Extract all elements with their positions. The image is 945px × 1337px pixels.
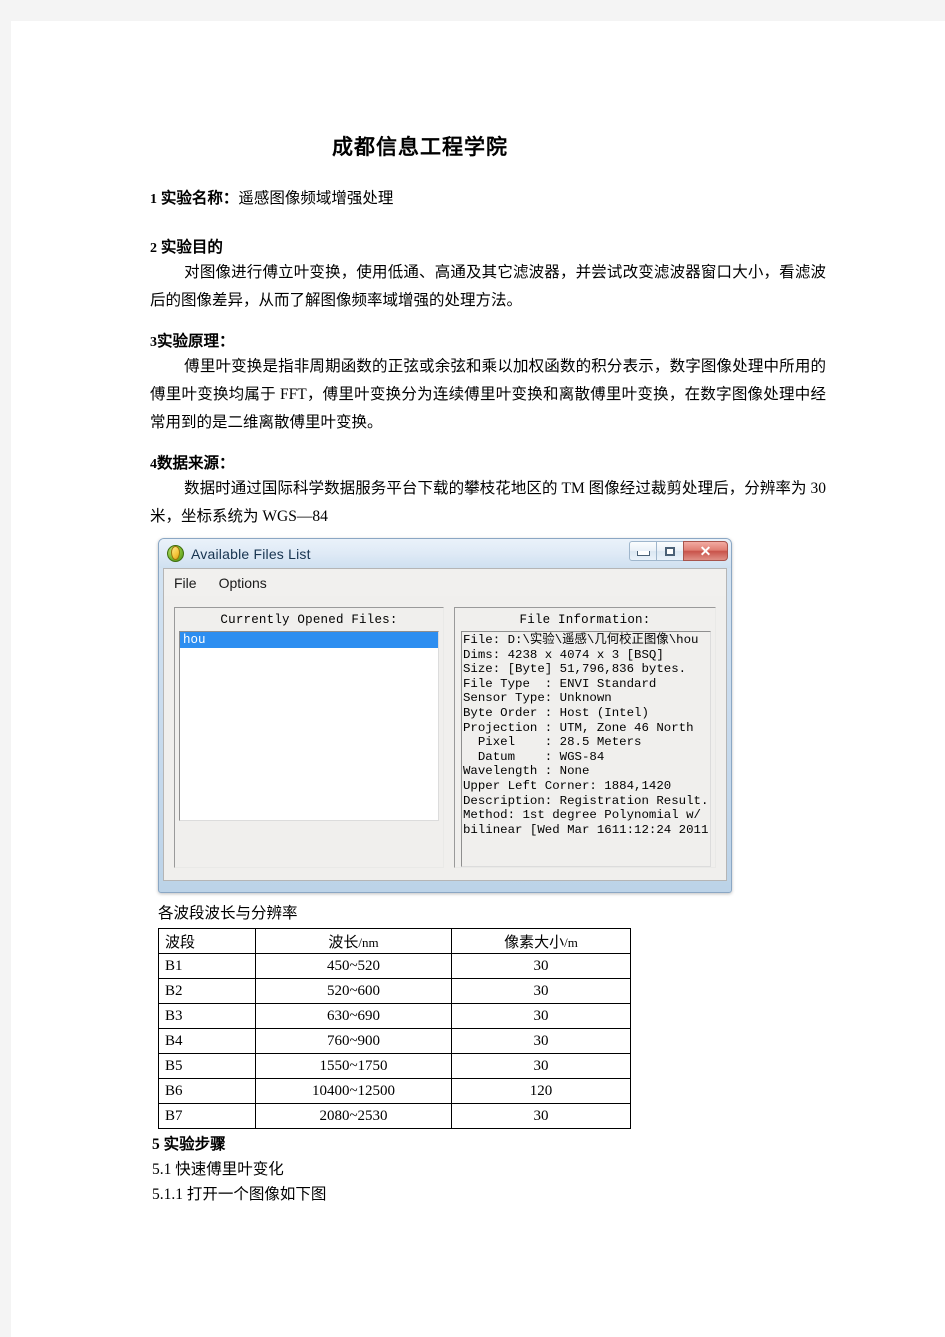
document-page: 成都信息工程学院 1 实验名称：遥感图像频域增强处理 2 实验目的 对图像进行傅…: [11, 21, 945, 1337]
step-heading: 5 实验步骤: [152, 1136, 226, 1153]
cell-pixel: 120: [451, 1078, 631, 1104]
cell-band: B3: [158, 1003, 256, 1029]
cell-band: B5: [158, 1053, 256, 1079]
cell-band: B1: [158, 953, 256, 979]
section-1-title: 实验名称：: [160, 190, 239, 207]
step-5-1-1: 5.1.1 打开一个图像如下图: [152, 1186, 327, 1203]
section-3-number: 3: [150, 335, 157, 350]
table-caption: 各波段波长与分辨率: [158, 905, 298, 922]
cell-pixel: 30: [451, 1053, 631, 1079]
cell-band: B7: [158, 1103, 256, 1129]
info-line: Projection : UTM, Zone 46 North: [463, 720, 694, 735]
table-row: B1 450~520 30: [158, 953, 631, 979]
envi-globe-icon: [167, 545, 184, 562]
section-1-value: 遥感图像频域增强处理: [238, 190, 394, 207]
info-line: Pixel : 28.5 Meters: [463, 735, 642, 750]
currently-opened-files-pane: Currently Opened Files: hou: [174, 607, 444, 868]
info-line: Datum : WGS-84: [463, 749, 605, 764]
section-3-heading: 3实验原理：: [150, 331, 850, 353]
table-row: B5 1550~1750 30: [158, 1053, 631, 1079]
cell-wavelength: 10400~12500: [255, 1078, 452, 1104]
section-4-heading: 4数据来源：: [150, 453, 850, 475]
cell-wavelength: 450~520: [255, 953, 452, 979]
page-title: 成都信息工程学院: [332, 135, 508, 159]
section-1-heading: 1 实验名称：遥感图像频域增强处理: [150, 188, 850, 210]
info-line: Size: [Byte] 51,796,836 bytes.: [463, 662, 687, 677]
table-row: B2 520~600 30: [158, 978, 631, 1004]
info-line: Upper Left Corner: 1884,1420: [463, 778, 672, 793]
cell-wavelength: 760~900: [255, 1028, 452, 1054]
section-3-body: 傅里叶变换是指非周期函数的正弦或余弦和乘以加权函数的积分表示，数字图像处理中所用…: [150, 353, 826, 437]
info-line: Dims: 4238 x 4074 x 3 [BSQ]: [463, 647, 664, 662]
section-4-title: 数据来源：: [157, 455, 235, 472]
cell-pixel: 30: [451, 978, 631, 1004]
info-line: bilinear [Wed Mar 1611:12:24 2011]: [463, 822, 711, 837]
section-3-title: 实验原理：: [157, 333, 235, 350]
section-2-body-text: 对图像进行傅立叶变换，使用低通、高通及其它滤波器，并尝试改变滤波器窗口大小，看滤…: [150, 264, 826, 309]
cell-band: B2: [158, 978, 256, 1004]
band-wavelength-table: 波段 波长/nm 像素大小/m B1 450~520 30 B2 520~600…: [158, 928, 631, 1129]
info-line: Wavelength : None: [463, 764, 590, 779]
cell-wavelength: 1550~1750: [255, 1053, 452, 1079]
opened-files-listbox[interactable]: hou: [179, 631, 439, 821]
window-menubar[interactable]: File Options: [163, 568, 727, 596]
table-row: B7 2080~2530 30: [158, 1103, 631, 1129]
window-body: Currently Opened Files: hou File Informa…: [163, 596, 727, 881]
cell-pixel: 30: [451, 1003, 631, 1029]
table-header-row: 波段 波长/nm 像素大小/m: [158, 928, 631, 954]
section-2-body: 对图像进行傅立叶变换，使用低通、高通及其它滤波器，并尝试改变滤波器窗口大小，看滤…: [150, 259, 826, 315]
cell-wavelength: 520~600: [255, 978, 452, 1004]
section-2-number: 2: [150, 241, 157, 256]
minimize-icon: [636, 551, 650, 556]
cell-wavelength: 2080~2530: [255, 1103, 452, 1129]
section-1-number: 1: [150, 192, 157, 207]
maximize-button[interactable]: [656, 541, 684, 561]
header-band: 波段: [158, 928, 256, 954]
cell-pixel: 30: [451, 1103, 631, 1129]
section-2-title: 实验目的: [160, 239, 223, 256]
section-4-body: 数据时通过国际科学数据服务平台下载的攀枝花地区的 TM 图像经过裁剪处理后，分辨…: [150, 475, 826, 531]
info-line: Sensor Type: Unknown: [463, 691, 612, 706]
file-information-pane: File Information: File: D:\实验\遥感\几何校正图像\…: [454, 607, 716, 868]
list-item-hou[interactable]: hou: [180, 632, 438, 648]
close-button[interactable]: ✕: [683, 541, 728, 561]
cell-band: B4: [158, 1028, 256, 1054]
menu-item-options[interactable]: Options: [219, 575, 267, 591]
step-5-1: 5.1 快速傅里叶变化: [152, 1161, 284, 1178]
file-information-textbox[interactable]: File: D:\实验\遥感\几何校正图像\hou Dims: 4238 x 4…: [461, 631, 711, 867]
window-controls[interactable]: ✕: [629, 541, 728, 561]
header-wavelength: 波长/nm: [255, 928, 452, 954]
info-line: File Type : ENVI Standard: [463, 676, 657, 691]
maximize-icon: [665, 546, 675, 556]
section-2-heading: 2 实验目的: [150, 237, 850, 259]
table-row: B3 630~690 30: [158, 1003, 631, 1029]
document-content: 成都信息工程学院 1 实验名称：遥感图像频域增强处理 2 实验目的 对图像进行傅…: [150, 21, 850, 1207]
table-row: B6 10400~12500 120: [158, 1078, 631, 1104]
cell-band: B6: [158, 1078, 256, 1104]
menu-item-file[interactable]: File: [174, 575, 197, 591]
table-row: B4 760~900 30: [158, 1028, 631, 1054]
window-titlebar[interactable]: Available Files List ✕: [159, 539, 731, 568]
header-pixel-size: 像素大小/m: [451, 928, 631, 954]
section-4-body-text: 数据时通过国际科学数据服务平台下载的攀枝花地区的 TM 图像经过裁剪处理后，分辨…: [150, 480, 826, 525]
info-line: Description: Registration Result.: [463, 793, 709, 808]
info-line: File: D:\实验\遥感\几何校正图像\hou: [463, 633, 699, 647]
currently-opened-files-label: Currently Opened Files:: [220, 613, 398, 627]
cell-wavelength: 630~690: [255, 1003, 452, 1029]
minimize-button[interactable]: [629, 541, 657, 561]
steps-section: 5 实验步骤 5.1 快速傅里叶变化 5.1.1 打开一个图像如下图: [152, 1132, 850, 1207]
info-line: Byte Order : Host (Intel): [463, 705, 649, 720]
cell-pixel: 30: [451, 1028, 631, 1054]
info-line: Method: 1st degree Polynomial w/: [463, 808, 701, 823]
file-information-label: File Information:: [519, 613, 651, 627]
window-title: Available Files List: [191, 545, 311, 562]
section-3-body-text: 傅里叶变换是指非周期函数的正弦或余弦和乘以加权函数的积分表示，数字图像处理中所用…: [150, 358, 826, 431]
section-4-number: 4: [150, 457, 157, 472]
available-files-list-window[interactable]: Available Files List ✕ File Options Curr…: [158, 538, 732, 893]
cell-pixel: 30: [451, 953, 631, 979]
